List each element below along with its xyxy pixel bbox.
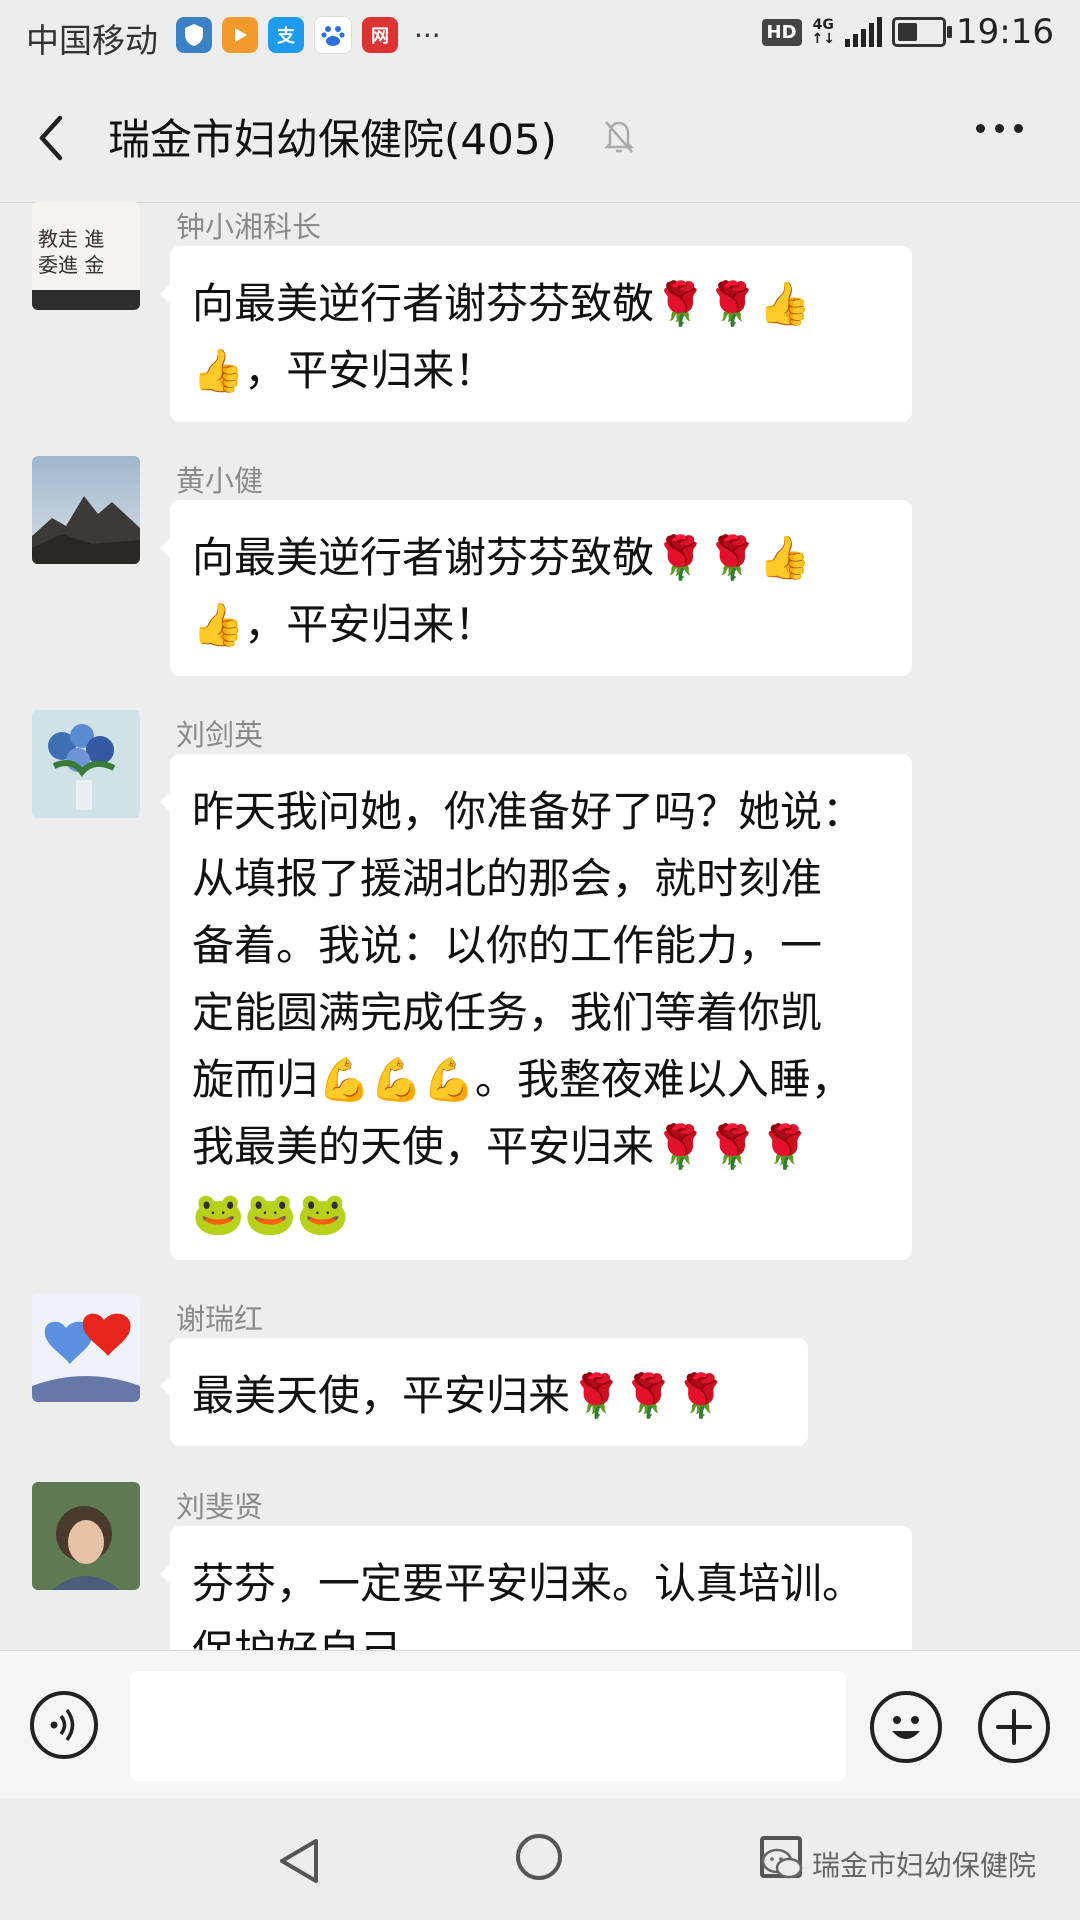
avatar[interactable]: [32, 1482, 140, 1590]
nav-home-icon[interactable]: [516, 1834, 562, 1880]
clock: 19:16: [956, 12, 1054, 52]
sender-name: 谢瑞红: [176, 1302, 264, 1336]
sender-name: 黄小健: [176, 464, 264, 498]
back-arrow-icon[interactable]: [32, 112, 72, 164]
emoji-icon[interactable]: [870, 1691, 942, 1763]
more-notifications: ···: [414, 18, 441, 52]
sender-name: 刘斐贤: [176, 1490, 264, 1524]
bell-off-icon: [603, 121, 635, 153]
nav-back-icon[interactable]: [276, 1836, 322, 1886]
sender-name: 刘剑英: [176, 718, 264, 752]
carrier-name: 中国移动: [26, 21, 158, 60]
plus-icon[interactable]: [978, 1691, 1050, 1763]
netease-icon: 网: [362, 17, 398, 53]
svg-text:委進 金: 委進 金: [38, 253, 104, 277]
sender-name: 钟小湘科长: [176, 210, 322, 244]
alipay-icon: 支: [268, 17, 304, 53]
chat-header: 瑞金市妇幼保健院(405): [0, 76, 1080, 203]
battery-icon: [892, 17, 953, 47]
message-input[interactable]: [130, 1671, 846, 1781]
avatar[interactable]: [32, 456, 140, 564]
baidu-icon: [314, 16, 352, 54]
avatar[interactable]: [32, 710, 140, 818]
avatar[interactable]: 教走 進 委進 金: [32, 202, 140, 310]
message-bubble[interactable]: 向最美逆行者谢芬芬致敬🌹🌹👍 👍，平安归来！: [160, 246, 912, 422]
network-type: 4G ↑↓: [811, 17, 836, 47]
message-bubble[interactable]: 向最美逆行者谢芬芬致敬🌹🌹👍 👍，平安归来！: [160, 500, 912, 676]
voice-icon[interactable]: [30, 1691, 98, 1759]
shield-app-icon: [176, 17, 212, 53]
signal-icon: [845, 17, 883, 47]
watermark: 瑞金市妇幼保健院: [760, 1844, 1036, 1884]
hd-badge: HD: [761, 18, 802, 46]
notification-icons: 支 网 ···: [176, 16, 441, 54]
message-bubble[interactable]: 最美天使，平安归来🌹🌹🌹: [160, 1338, 808, 1446]
system-status: HD 4G ↑↓ 19:16: [761, 12, 1054, 52]
input-bar: [0, 1650, 1080, 1799]
more-options-button[interactable]: [976, 124, 1023, 133]
watermark-text: 瑞金市妇幼保健院: [812, 1849, 1037, 1882]
chat-title: 瑞金市妇幼保健院(405): [108, 115, 557, 164]
message-list[interactable]: 教走 進 委進 金 钟小湘科长 向最美逆行者谢芬芬致敬🌹🌹👍 👍，平安归来！ 黄…: [0, 202, 1080, 1650]
video-app-icon: [222, 17, 258, 53]
wechat-icon: [761, 1848, 803, 1879]
svg-text:教走 進: 教走 進: [38, 227, 104, 251]
navigation-bar: 瑞金市妇幼保健院: [0, 1798, 1080, 1920]
message-bubble[interactable]: 芬芬，一定要平安归来。认真培训。 保护好自己。: [160, 1526, 912, 1650]
status-bar: 中国移动 支 网 ··· HD 4G ↑↓ 19:16: [0, 0, 1080, 76]
message-bubble[interactable]: 昨天我问她，你准备好了吗？她说： 从填报了援湖北的那会，就时刻准 备着。我说：以…: [160, 754, 912, 1260]
avatar[interactable]: [32, 1294, 140, 1402]
